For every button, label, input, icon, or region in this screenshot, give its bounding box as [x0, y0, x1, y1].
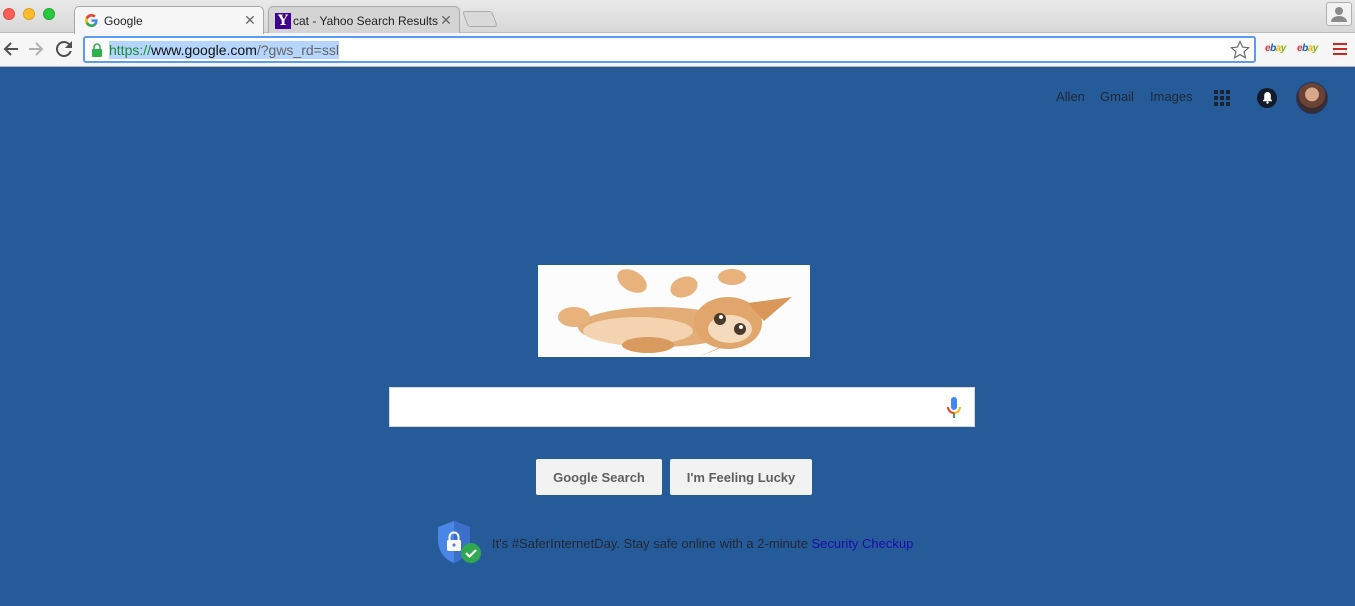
url-host: www.google.com [151, 41, 257, 58]
new-tab-button[interactable] [462, 11, 498, 27]
google-search-button[interactable]: Google Search [536, 459, 662, 495]
url-path: /?gws_rd=ssl [256, 41, 339, 58]
lock-icon [92, 42, 102, 57]
promo-banner: It's #SaferInternetDay. Stay safe online… [436, 520, 913, 566]
notifications-bell-icon[interactable] [1257, 88, 1277, 108]
feeling-lucky-button[interactable]: I'm Feeling Lucky [670, 459, 812, 495]
reload-icon [56, 41, 72, 57]
hamburger-menu-icon[interactable] [1333, 42, 1347, 56]
security-checkup-link[interactable]: Security Checkup [811, 536, 913, 551]
close-tab-icon[interactable]: ✕ [243, 12, 257, 29]
tab-google[interactable]: Google ✕ [74, 6, 264, 34]
bookmark-star-icon[interactable] [1230, 40, 1250, 60]
gmail-link[interactable]: Gmail [1100, 89, 1134, 104]
security-shield-icon [438, 521, 481, 563]
back-button[interactable] [0, 37, 22, 61]
url-text: https://www.google.com/?gws_rd=ssl [109, 40, 339, 59]
reload-button[interactable] [53, 37, 75, 61]
profile-button[interactable] [1326, 2, 1352, 26]
avatar[interactable] [1296, 82, 1328, 114]
cat-doodle-image[interactable] [538, 265, 810, 357]
close-tab-icon[interactable]: ✕ [439, 12, 453, 29]
ebay-icon[interactable]: ebay [1297, 43, 1318, 54]
arrow-right-icon [29, 42, 44, 56]
arrow-left-icon [3, 42, 18, 56]
apps-grid-icon[interactable] [1214, 90, 1230, 106]
promo-text: It's #SaferInternetDay. Stay safe online… [492, 536, 913, 551]
tab-title: cat - Yahoo Search Results [293, 13, 438, 28]
person-icon [1331, 7, 1347, 22]
browser-toolbar: https://www.google.com/?gws_rd=ssl ebay … [0, 33, 1355, 67]
yahoo-y-icon: Y [275, 12, 291, 29]
google-g-icon [83, 13, 99, 29]
forward-button[interactable] [25, 37, 47, 61]
promo-message: It's #SaferInternetDay. Stay safe online… [492, 535, 812, 551]
ebay-icon[interactable]: ebay [1265, 43, 1286, 54]
close-window-button[interactable] [3, 8, 15, 20]
minimize-window-button[interactable] [23, 8, 35, 20]
address-bar[interactable]: https://www.google.com/?gws_rd=ssl [83, 36, 1256, 63]
zoom-window-button[interactable] [43, 8, 55, 20]
images-link[interactable]: Images [1150, 89, 1193, 104]
tab-title: Google [104, 13, 143, 28]
microphone-icon[interactable] [944, 396, 964, 420]
kitten-image [538, 265, 810, 357]
tab-yahoo[interactable]: Y cat - Yahoo Search Results ✕ [268, 6, 460, 34]
search-input[interactable] [389, 387, 975, 427]
user-name-link[interactable]: Allen [1056, 89, 1085, 104]
tab-strip: Google ✕ Y cat - Yahoo Search Results ✕ [0, 0, 1355, 34]
url-scheme: https:// [109, 41, 152, 58]
